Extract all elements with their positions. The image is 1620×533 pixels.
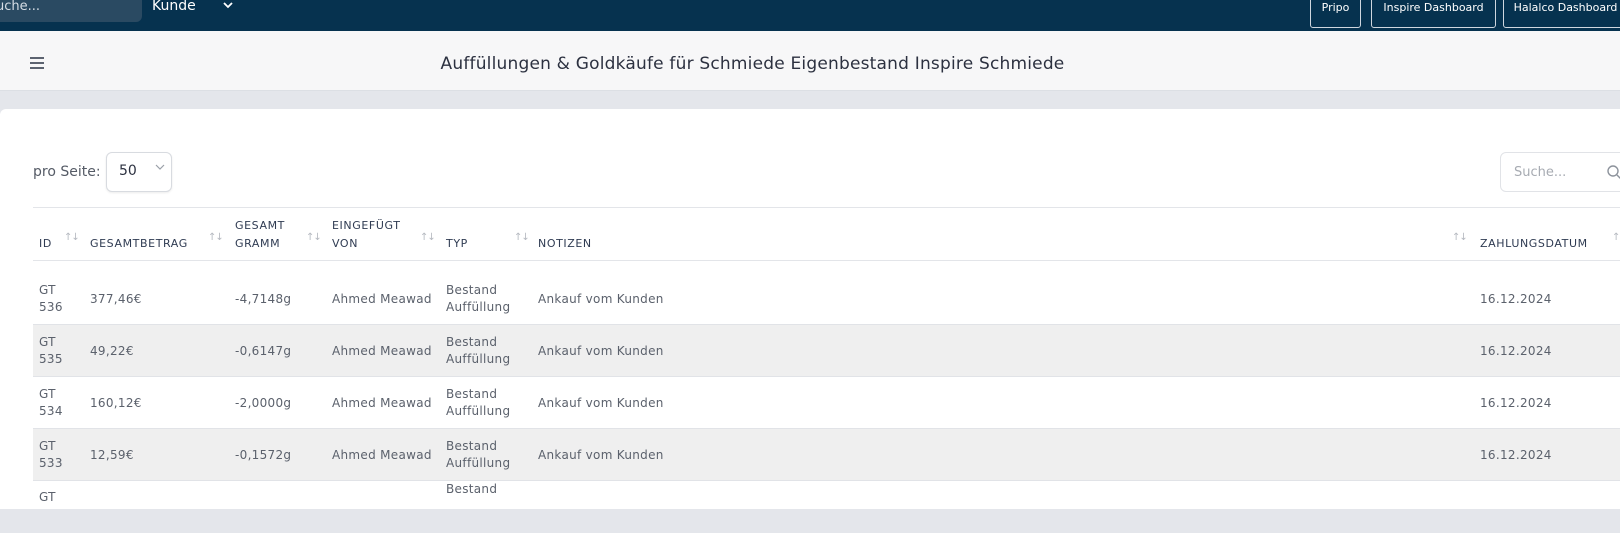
cell-id-number: 535: [39, 352, 63, 366]
cell-type-line1: Bestand: [446, 439, 498, 453]
page-title: Auffüllungen & Goldkäufe für Schmiede Ei…: [440, 54, 1065, 74]
cell-type-line1: Bestand: [446, 387, 498, 401]
cell-total: 49,22€: [90, 344, 134, 358]
column-header-payment-date[interactable]: ZAHLUNGSDATUM: [1480, 235, 1588, 253]
column-header-notes[interactable]: NOTIZEN: [538, 235, 592, 253]
cell-id: GT 533: [39, 438, 63, 472]
cell-type-line1: Bestand: [446, 335, 498, 349]
cell-type-line1: Bestand: [446, 482, 498, 496]
chevron-down-icon[interactable]: [222, 0, 234, 14]
cell-notes: Ankauf vom Kunden: [538, 292, 664, 306]
cell-payment-date: 16.12.2024: [1480, 448, 1552, 462]
cell-type-line2: Auffüllung: [446, 300, 511, 314]
cell-id-prefix: GT: [39, 283, 56, 297]
cell-type-line2: Auffüllung: [446, 456, 511, 470]
cell-id-prefix: GT: [39, 335, 56, 349]
cell-type-line1: Bestand: [446, 283, 498, 297]
table-header-top-border: [33, 207, 1620, 208]
table-header-bottom-border: [33, 260, 1620, 261]
cell-id-prefix: GT: [39, 439, 56, 453]
top-navbar: uche... Kunde Pripo Inspire Dashboard Ha…: [0, 0, 1620, 31]
cell-id-number: 533: [39, 456, 63, 470]
sort-icon[interactable]: ↑↓: [306, 232, 322, 243]
cell-id: GT 536: [39, 282, 63, 316]
cell-type: Bestand Auffüllung: [446, 386, 510, 420]
cell-notes: Ankauf vom Kunden: [538, 344, 664, 358]
column-header-inserted-by-line2: VON: [332, 237, 359, 250]
global-search-input[interactable]: uche...: [0, 0, 142, 22]
cell-payment-date: 16.12.2024: [1480, 292, 1552, 306]
cell-payment-date: 16.12.2024: [1480, 344, 1552, 358]
cell-total: 160,12€: [90, 396, 142, 410]
table-row[interactable]: GT 536 377,46€ -4,7148g Ahmed Meawad Best…: [33, 273, 1620, 325]
cell-inserted-by: Ahmed Meawad: [332, 448, 432, 462]
search-icon[interactable]: [1606, 164, 1620, 184]
cell-inserted-by: Ahmed Meawad: [332, 292, 432, 306]
column-header-type[interactable]: TYP: [446, 235, 468, 253]
cell-total: 12,59€: [90, 448, 134, 462]
halalco-dashboard-button[interactable]: Halalco Dashboard: [1503, 0, 1620, 28]
cell-id-number: 534: [39, 404, 63, 418]
cell-grams: -0,6147g: [235, 344, 292, 358]
per-page-label: pro Seite:: [33, 164, 101, 180]
column-header-inserted-by[interactable]: EINGEFÜGT VON: [332, 217, 401, 253]
chevron-down-icon: [154, 161, 166, 176]
cell-grams: -2,0000g: [235, 396, 292, 410]
table-search-input[interactable]: Suche...: [1500, 152, 1620, 192]
column-header-inserted-by-line1: EINGEFÜGT: [332, 219, 401, 232]
sort-icon[interactable]: ↑↓: [514, 232, 530, 243]
per-page-select[interactable]: 50: [106, 152, 172, 192]
cell-notes: Ankauf vom Kunden: [538, 448, 664, 462]
cell-type: Bestand Auffüllung: [446, 282, 510, 316]
cell-type-line2: Auffüllung: [446, 404, 511, 418]
column-header-grams-line2: GRAMM: [235, 237, 281, 250]
sort-icon[interactable]: ↑↓: [64, 232, 80, 243]
cell-type-line2: Auffüllung: [446, 352, 511, 366]
cell-notes: Ankauf vom Kunden: [538, 396, 664, 410]
pripo-button[interactable]: Pripo: [1310, 0, 1361, 28]
cell-type: Bestand Auffüllung: [446, 334, 510, 368]
cell-id-prefix: GT: [39, 490, 56, 504]
column-header-total[interactable]: GESAMTBETRAG: [90, 235, 188, 253]
column-header-grams-line1: GESAMT: [235, 219, 285, 232]
cell-id-number: 536: [39, 300, 63, 314]
customer-select[interactable]: Kunde: [152, 0, 196, 14]
cell-payment-date: 16.12.2024: [1480, 396, 1552, 410]
cell-id: GT 534: [39, 386, 63, 420]
cell-grams: -4,7148g: [235, 292, 292, 306]
cell-id: GT 535: [39, 334, 63, 368]
cell-id: GT: [39, 489, 56, 506]
cell-inserted-by: Ahmed Meawad: [332, 344, 432, 358]
table-row[interactable]: GT Bestand: [33, 481, 1620, 533]
cell-id-prefix: GT: [39, 387, 56, 401]
cell-inserted-by: Ahmed Meawad: [332, 396, 432, 410]
cell-type: Bestand Auffüllung: [446, 438, 510, 472]
cell-type: Bestand: [446, 481, 497, 498]
sort-icon[interactable]: ↑↓: [1612, 232, 1620, 243]
table-row[interactable]: GT 534 160,12€ -2,0000g Ahmed Meawad Best…: [33, 377, 1620, 429]
cell-grams: -0,1572g: [235, 448, 292, 462]
per-page-value: 50: [119, 163, 137, 179]
sort-icon[interactable]: ↑↓: [1452, 232, 1468, 243]
cell-total: 377,46€: [90, 292, 142, 306]
sort-icon[interactable]: ↑↓: [208, 232, 224, 243]
search-placeholder: Suche...: [1514, 165, 1567, 180]
column-header-id[interactable]: ID: [39, 235, 52, 253]
inspire-dashboard-button[interactable]: Inspire Dashboard: [1371, 0, 1496, 28]
column-header-grams[interactable]: GESAMT GRAMM: [235, 217, 285, 253]
table-row[interactable]: GT 533 12,59€ -0,1572g Ahmed Meawad Besta…: [33, 429, 1620, 481]
sort-icon[interactable]: ↑↓: [420, 232, 436, 243]
table-row[interactable]: GT 535 49,22€ -0,6147g Ahmed Meawad Besta…: [33, 325, 1620, 377]
